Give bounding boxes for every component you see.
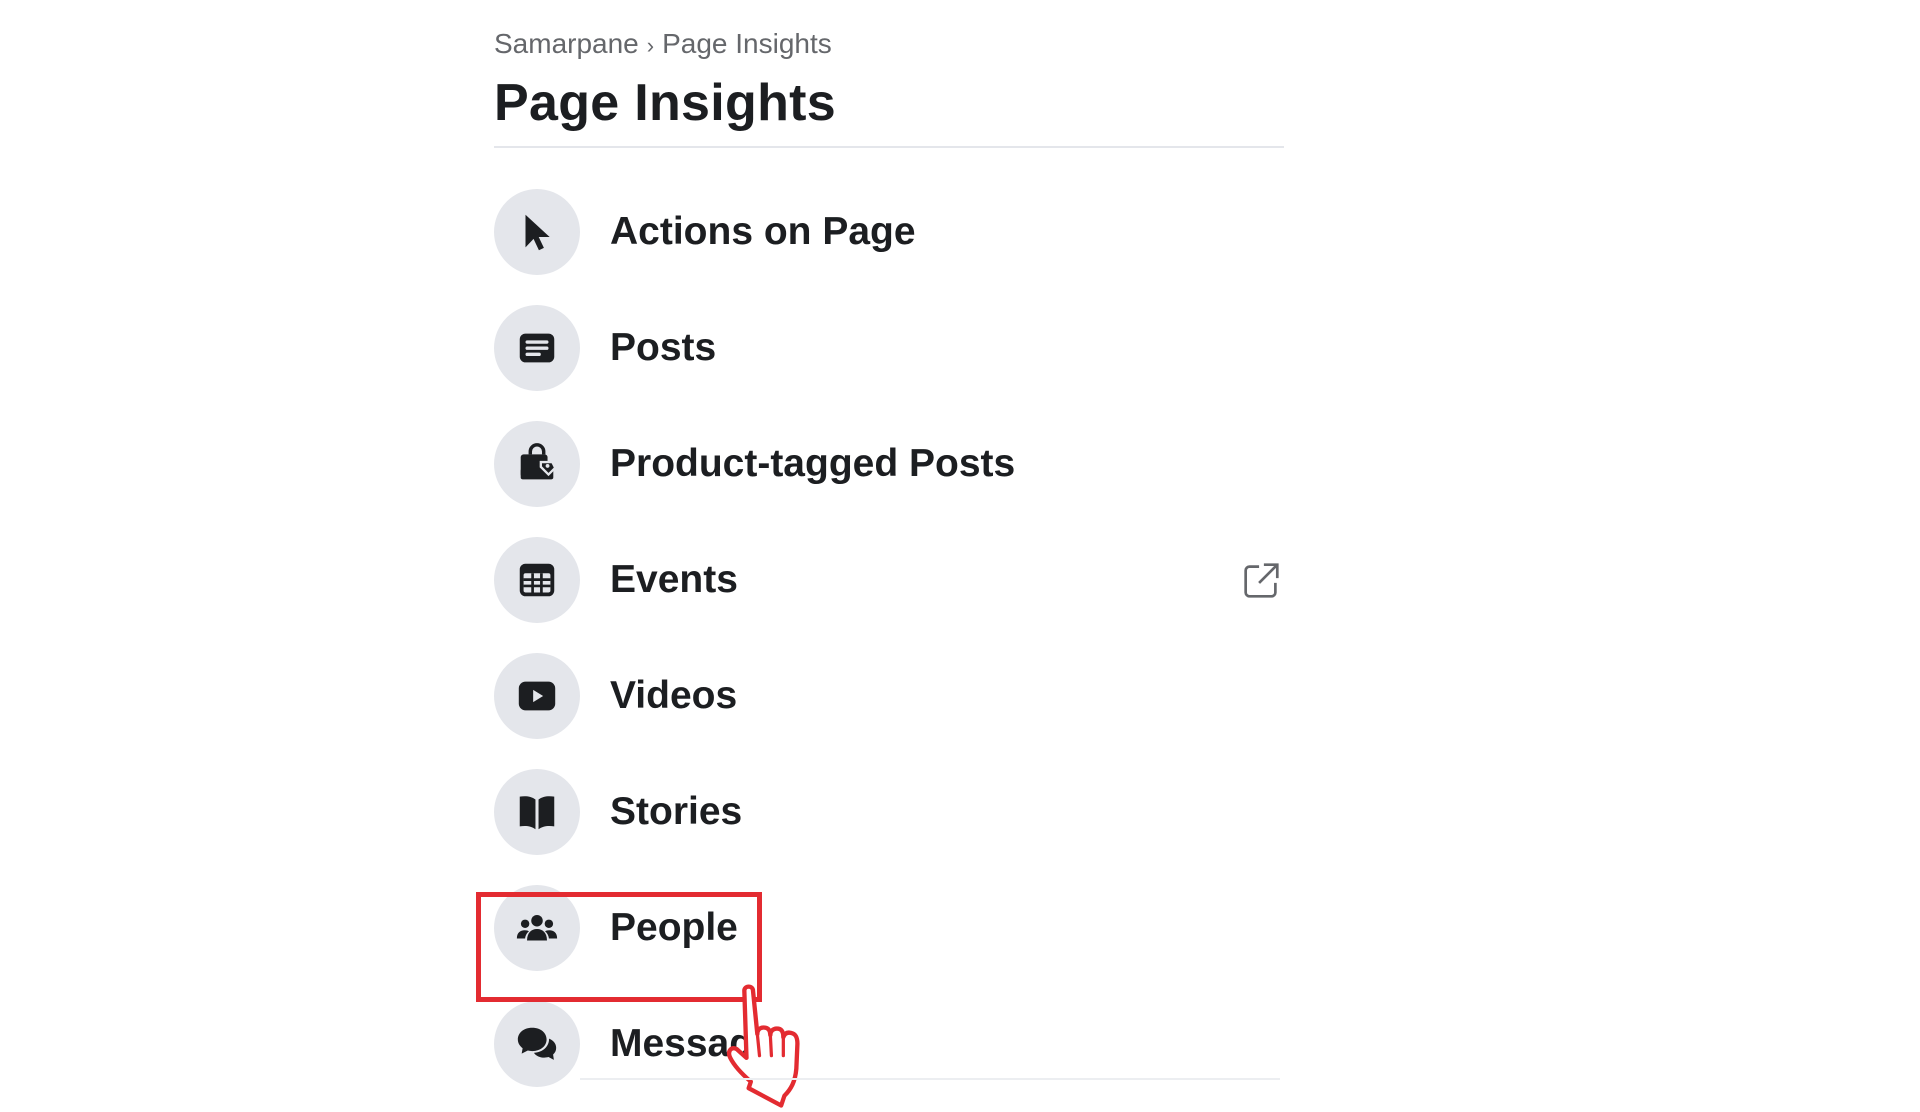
posts-icon (494, 305, 580, 391)
menu-item-label: Posts (610, 326, 717, 369)
menu-item-messages[interactable]: Messages (494, 986, 1284, 1102)
insights-menu: Actions on Page Posts Product-tagged Pos… (476, 174, 1284, 1108)
header-divider (494, 146, 1284, 148)
breadcrumb: Samarpane › Page Insights (494, 24, 1284, 64)
menu-item-label: Messages (610, 1022, 797, 1065)
menu-item-posts[interactable]: Posts (494, 290, 1284, 406)
video-play-icon (494, 653, 580, 739)
messages-icon (494, 1001, 580, 1087)
menu-item-label: Videos (610, 674, 738, 717)
menu-item-label: Actions on Page (610, 210, 916, 253)
menu-item-videos[interactable]: Videos (494, 638, 1284, 754)
breadcrumb-current: Page Insights (662, 28, 832, 59)
breadcrumb-parent-link[interactable]: Samarpane (494, 28, 639, 59)
menu-item-label: Stories (610, 790, 743, 833)
breadcrumb-separator: › (646, 33, 655, 58)
external-link-icon[interactable] (1238, 558, 1284, 604)
page-title: Page Insights (494, 74, 836, 132)
menu-item-label: Product-tagged Posts (610, 442, 1016, 485)
page-insights-panel: Samarpane › Page Insights Page Insights Ac… (476, 24, 1284, 1108)
book-open-icon (494, 769, 580, 855)
menu-item-product-tagged-posts[interactable]: Product-tagged Posts (494, 406, 1284, 522)
menu-item-actions-on-page[interactable]: Actions on Page (494, 174, 1284, 290)
menu-item-people[interactable]: People (494, 870, 1284, 986)
cursor-icon (494, 189, 580, 275)
shopping-bag-tag-icon (494, 421, 580, 507)
menu-item-label: Events (610, 558, 738, 601)
calendar-icon (494, 537, 580, 623)
menu-item-label: People (610, 906, 738, 949)
menu-item-events[interactable]: Events (494, 522, 1284, 638)
menu-item-stories[interactable]: Stories (494, 754, 1284, 870)
people-group-icon (494, 885, 580, 971)
